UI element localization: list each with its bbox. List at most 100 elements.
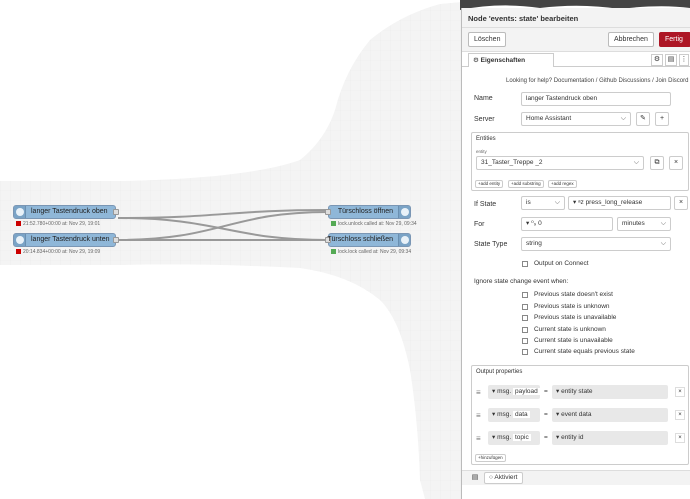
github-discussions-link[interactable]: Github Discussions: [599, 78, 650, 84]
description-tab-icon[interactable]: ▤: [665, 54, 677, 66]
server-select[interactable]: Home Assistant ⌵: [521, 112, 631, 126]
name-input[interactable]: langer Tastendruck oben: [521, 92, 671, 106]
join-discord-link[interactable]: Join Discord: [655, 78, 688, 84]
ignore-option-label: Current state is unknown: [534, 326, 606, 333]
tab-properties[interactable]: ⚙ Eigenschaften: [468, 53, 554, 67]
gear-icon: ⚙: [473, 57, 481, 64]
panel-toolbar: Löschen Abbrechen Fertig: [462, 28, 690, 52]
add-entity-button[interactable]: +add entity: [475, 180, 504, 188]
if-state-operator-value: is: [526, 199, 531, 206]
equals-sign: =: [544, 434, 548, 441]
entities-label: Entities: [476, 136, 496, 142]
if-state-operator-select[interactable]: is ⌵: [521, 196, 565, 210]
server-value: Home Assistant: [526, 115, 572, 122]
node-icon-box: [14, 234, 26, 246]
entity-select[interactable]: 31_Taster_Treppe _2 ⌵: [476, 156, 644, 170]
ignore-option-label: Previous state is unknown: [534, 303, 610, 310]
cancel-button[interactable]: Abbrechen: [608, 32, 654, 47]
done-button[interactable]: Fertig: [659, 32, 690, 47]
property-name-field[interactable]: ▾ msg. payload: [488, 385, 540, 399]
remove-entity-close-icon[interactable]: ×: [669, 156, 683, 170]
node-label: Türschloss schließen: [327, 236, 393, 243]
equals-sign: =: [544, 411, 548, 418]
ignore-option-checkbox[interactable]: [522, 292, 528, 298]
ignore-option-checkbox[interactable]: [522, 315, 528, 321]
property-name-field[interactable]: ▾ msg. data: [488, 408, 540, 422]
delete-button[interactable]: Löschen: [468, 32, 507, 47]
output-properties-label: Output properties: [476, 369, 523, 375]
help-links: Looking for help? Documentation / Github…: [506, 78, 689, 84]
ignore-option-checkbox[interactable]: [522, 338, 528, 344]
server-label: Server: [474, 116, 495, 123]
entity-value: 31_Taster_Treppe _2: [481, 159, 543, 166]
property-name-field[interactable]: ▾ msg. topic: [488, 431, 540, 445]
tab-label: Eigenschaften: [480, 57, 526, 64]
enabled-label: Aktiviert: [494, 474, 518, 481]
chevron-down-icon: ⌵: [660, 220, 666, 227]
ignore-option-checkbox[interactable]: [522, 327, 528, 333]
home-assistant-icon: [401, 236, 409, 244]
property-value-field[interactable]: ▾ entity id: [552, 431, 668, 445]
documentation-link[interactable]: Documentation: [554, 78, 594, 84]
node-icon-box: [398, 206, 410, 218]
entities-box: Entities entity 31_Taster_Treppe _2 ⌵ ⧉ ×…: [471, 132, 689, 191]
flow-node-events-state-oben[interactable]: langer Tastendruck oben: [13, 205, 119, 219]
copy-entity-icon[interactable]: ⧉: [650, 156, 664, 170]
ignore-option-label: Previous state doesn't exist: [534, 291, 613, 298]
output-on-connect-checkbox[interactable]: [522, 261, 528, 267]
equals-sign: =: [544, 388, 548, 395]
clear-if-state-close-icon[interactable]: ×: [674, 196, 688, 210]
appearance-tab-icon[interactable]: ⋮: [679, 54, 689, 66]
input-port[interactable]: [325, 209, 331, 215]
status-dot-icon: [331, 249, 336, 255]
entity-sublabel: entity: [476, 149, 487, 154]
chevron-down-icon: ⌵: [620, 115, 626, 122]
remove-property-close-icon[interactable]: ×: [675, 410, 685, 420]
flow-node-call-service-unlock[interactable]: Türschloss öffnen: [325, 205, 411, 219]
chevron-down-icon: ⌵: [633, 159, 639, 166]
panel-title: Node 'events: state' bearbeiten: [462, 8, 690, 28]
ignore-option-checkbox[interactable]: [522, 349, 528, 355]
node-status: lock.lock called at: Nov 29, 09:34: [331, 249, 411, 255]
home-assistant-icon: [401, 208, 409, 216]
drag-handle-icon[interactable]: ≡: [476, 388, 481, 397]
edit-server-pencil-icon[interactable]: ✎: [636, 112, 650, 126]
node-icon-button[interactable]: ▤: [468, 472, 482, 486]
node-edit-panel: Node 'events: state' bearbeiten Löschen …: [461, 8, 690, 499]
output-port[interactable]: [113, 237, 119, 243]
chevron-down-icon: ⌵: [554, 199, 560, 206]
ignore-option-label: Previous state is unavailable: [534, 314, 617, 321]
output-port[interactable]: [113, 209, 119, 215]
enabled-toggle[interactable]: ○ Aktiviert: [484, 472, 523, 484]
node-status: 20:14.834+00:00 at: Nov 29, 19:09: [16, 249, 100, 255]
node-label: langer Tastendruck oben: [31, 208, 108, 215]
ignore-option-checkbox[interactable]: [522, 304, 528, 310]
add-property-button[interactable]: +hinzufügen: [475, 454, 506, 462]
settings-tab-icon[interactable]: ⚙: [651, 54, 663, 66]
drag-handle-icon[interactable]: ≡: [476, 411, 481, 420]
node-label: langer Tastendruck unten: [31, 236, 110, 243]
chevron-down-icon: ⌵: [660, 240, 666, 247]
node-icon-box: [14, 206, 26, 218]
output-properties-box: Output properties ≡ ▾ msg. payload = ▾ e…: [471, 365, 689, 465]
property-value-field[interactable]: ▾ event data: [552, 408, 668, 422]
if-state-value-input[interactable]: ▾ ᵃz press_long_release: [568, 196, 671, 210]
remove-property-close-icon[interactable]: ×: [675, 433, 685, 443]
state-type-select[interactable]: string ⌵: [521, 237, 671, 251]
status-dot-icon: [16, 249, 21, 255]
for-input[interactable]: ▾ ⁰₉ 0: [521, 217, 613, 231]
remove-property-close-icon[interactable]: ×: [675, 387, 685, 397]
drag-handle-icon[interactable]: ≡: [476, 434, 481, 443]
home-assistant-icon: [16, 208, 24, 216]
node-status: lock.unlock called at: Nov 29, 09:34: [331, 221, 417, 227]
flow-node-call-service-lock[interactable]: Türschloss schließen: [325, 233, 411, 247]
state-type-value: string: [526, 240, 542, 247]
ignore-label: Ignore state change event when:: [474, 278, 569, 285]
flow-node-events-state-unten[interactable]: langer Tastendruck unten: [13, 233, 119, 247]
property-value-field[interactable]: ▾ entity state: [552, 385, 668, 399]
add-regex-button[interactable]: +add regex: [548, 180, 577, 188]
add-substring-button[interactable]: +add substring: [508, 180, 544, 188]
for-unit-select[interactable]: minutes ⌵: [617, 217, 671, 231]
add-server-plus-icon[interactable]: +: [655, 112, 669, 126]
ignore-option-label: Current state equals previous state: [534, 348, 635, 355]
